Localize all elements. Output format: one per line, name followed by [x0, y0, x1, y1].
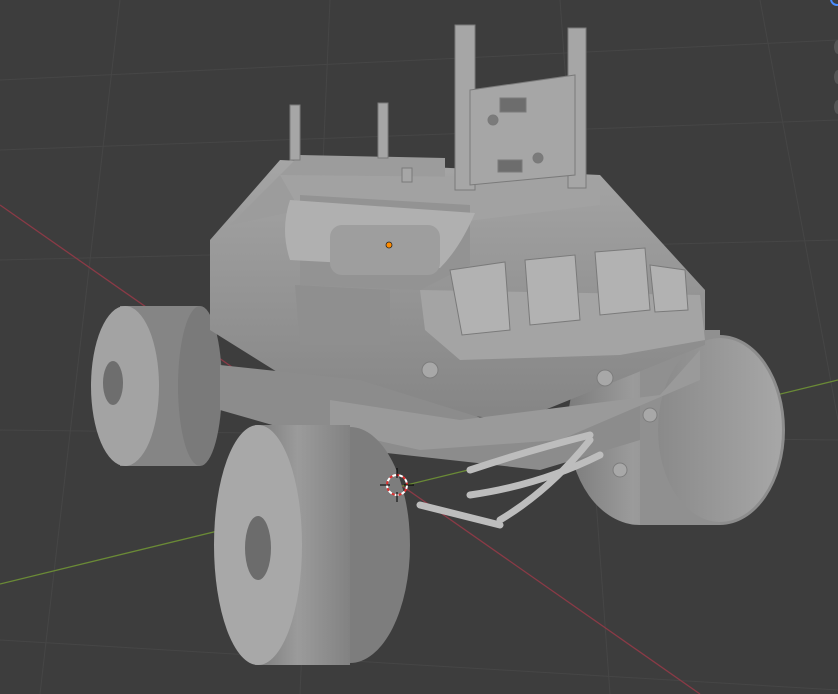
- gizmo-dot-icon[interactable]: [834, 100, 838, 114]
- gizmo-z-axis-icon[interactable]: [830, 0, 838, 6]
- gizmo-dot-icon[interactable]: [834, 70, 838, 84]
- rover-model-icon[interactable]: [91, 24, 785, 665]
- viewport-scene[interactable]: [0, 0, 838, 694]
- navigation-gizmo-icon[interactable]: [830, 0, 838, 120]
- 3d-viewport[interactable]: [0, 0, 838, 694]
- wheel-rear-left: [91, 306, 222, 466]
- wheel-front-left: [214, 425, 410, 665]
- object-origin: [385, 241, 393, 249]
- gizmo-dot-icon[interactable]: [834, 40, 838, 54]
